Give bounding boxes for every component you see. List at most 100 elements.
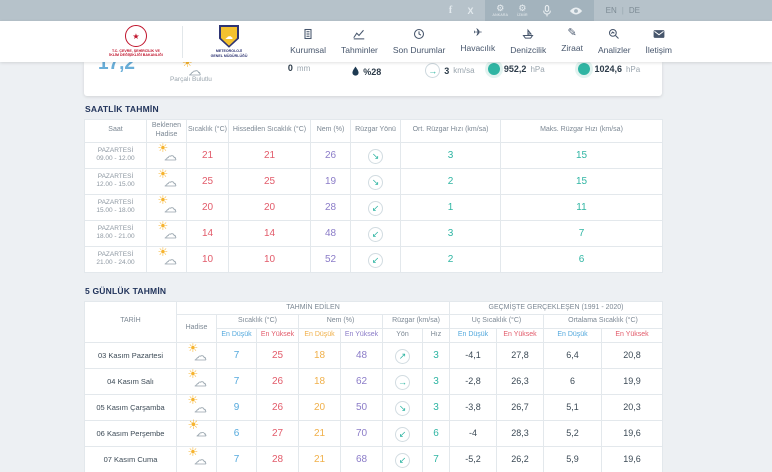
hourly-row: PAZARTESİ 18.00 - 21.00 ☀ ☁ 14 14 48 ↙ 3 7 bbox=[84, 218, 663, 247]
col-nem: Nem (%) bbox=[310, 119, 351, 143]
mgm-logo-line2: GENEL MÜDÜRLÜĞÜ bbox=[210, 53, 248, 58]
topbar-app-group: ⚙ ANKARA ⚙ İZMİR bbox=[484, 0, 594, 21]
col-en-yuksek: En Yüksek bbox=[601, 328, 663, 343]
hourly-forecast-title: SAATLİK TAHMİN bbox=[85, 104, 159, 114]
envelope-icon bbox=[653, 28, 665, 42]
current-condition: ☀ ☁ Parçalı Bulutlu bbox=[170, 62, 212, 83]
building-icon bbox=[302, 28, 314, 42]
app-label: ANKARA bbox=[492, 12, 509, 17]
wind-direction-icon: ↘ bbox=[395, 401, 410, 417]
group-uc-sicaklik: Uç Sıcaklık (°C) bbox=[449, 314, 544, 329]
hourly-forecast-table: Saat Beklenen Hadise Sıcaklık (°C) Hisse… bbox=[84, 119, 663, 273]
wind-direction-icon: ↗ bbox=[395, 349, 410, 365]
partly-cloudy-icon: ☀ ☁ bbox=[157, 244, 177, 267]
wind-direction-icon: ↙ bbox=[368, 253, 383, 268]
city-app-ankara[interactable]: ⚙ ANKARA bbox=[493, 4, 509, 17]
daily-row: 04 Kasım Salı ☀ ☁ 7 26 18 62 → 3 -2,8 26,… bbox=[84, 366, 663, 395]
col-hissedilen: Hissedilen Sıcaklık (°C) bbox=[228, 119, 311, 143]
partly-cloudy-icon: ☀ ☁ bbox=[157, 166, 177, 189]
daily-forecast-table: TARİH TAHMİN EDİLEN GEÇMİŞTE GERÇEKLEŞEN… bbox=[84, 300, 663, 472]
app-label: İZMİR bbox=[517, 12, 528, 17]
pressure-dot-icon bbox=[578, 63, 591, 75]
ministry-logo[interactable]: ★ T.C. ÇEVRE, ŞEHİRCİLİK VE İKLİM DEĞİŞİ… bbox=[100, 25, 172, 57]
line-chart-icon bbox=[353, 28, 365, 42]
group-nem: Nem (%) bbox=[298, 314, 383, 329]
partly-cloudy-icon: ☀ ☁ bbox=[181, 62, 201, 78]
current-precipitation: Yağış 0mm bbox=[287, 63, 311, 73]
col-en-yuksek: En Yüksek bbox=[496, 328, 544, 343]
clock-icon bbox=[413, 28, 425, 42]
nav-kurumsal[interactable]: Kurumsal bbox=[290, 28, 326, 55]
nav-havacilik[interactable]: ✈ Havacılık bbox=[460, 28, 495, 55]
daily-row: 05 Kasım Çarşamba ☀ ☁ 9 26 20 50 ↘ 3 -3,8… bbox=[84, 392, 663, 421]
daily-forecast-title: 5 GÜNLÜK TAHMİN bbox=[85, 285, 167, 296]
logo-divider bbox=[182, 25, 183, 58]
pencil-leaf-icon: ✎ bbox=[567, 27, 577, 39]
partly-cloudy-icon: ☀ ☁ bbox=[157, 140, 177, 163]
wind-direction-icon: ↘ bbox=[368, 149, 383, 164]
x-twitter-icon[interactable]: X bbox=[461, 0, 481, 21]
nav-iletisim[interactable]: İletişim bbox=[646, 28, 672, 55]
logo-group: ★ T.C. ÇEVRE, ŞEHİRCİLİK VE İKLİM DEĞİŞİ… bbox=[100, 24, 265, 58]
daily-row: 03 Kasım Pazartesi ☀ ☁ 7 25 18 48 ↗ 3 -4,… bbox=[84, 340, 663, 369]
nav-denizcilik[interactable]: Denizcilik bbox=[510, 28, 546, 55]
partly-cloudy-icon: ☀ ☁ bbox=[187, 340, 207, 363]
group-ruzgar: Rüzgar (km/sa) bbox=[382, 314, 450, 329]
col-yon: Yön bbox=[382, 328, 423, 343]
lang-en[interactable]: EN bbox=[606, 6, 617, 15]
wind-direction-icon: → bbox=[425, 63, 441, 78]
nav-label: İletişim bbox=[645, 45, 672, 55]
site-header: ★ T.C. ÇEVRE, ŞEHİRCİLİK VE İKLİM DEĞİŞİ… bbox=[0, 21, 772, 62]
col-sicaklik: Sıcaklık (°C) bbox=[186, 119, 229, 143]
group-ortalama-sicaklik: Ortalama Sıcaklık (°C) bbox=[543, 314, 663, 329]
col-en-dusuk: En Düşük bbox=[298, 328, 341, 343]
nav-tahminler[interactable]: Tahminler bbox=[341, 28, 378, 55]
language-switch: EN | DE bbox=[606, 6, 640, 15]
nav-son-durumlar[interactable]: Son Durumlar bbox=[393, 28, 445, 55]
daily-row: 06 Kasım Perşembe ☀ ☁ 6 27 21 70 ↙ 6 -4 2… bbox=[84, 416, 663, 447]
gear-icon: ⚙ bbox=[496, 3, 505, 13]
group-sicaklik: Sıcaklık (°C) bbox=[216, 314, 299, 329]
current-wind: Rüzgar → 3km/sa bbox=[425, 62, 475, 78]
col-en-dusuk: En Düşük bbox=[543, 328, 602, 343]
wind-direction-icon: ↙ bbox=[368, 227, 383, 242]
ministry-emblem-icon: ★ bbox=[125, 25, 147, 48]
nav-label: Denizcilik bbox=[510, 45, 547, 55]
wind-direction-icon: → bbox=[395, 374, 410, 390]
lang-de[interactable]: DE bbox=[629, 6, 640, 15]
droplet-icon bbox=[352, 63, 359, 81]
nav-ziraat[interactable]: ✎ Ziraat bbox=[561, 28, 583, 55]
ship-icon bbox=[522, 28, 534, 42]
daily-row: 07 Kasım Cuma ☀ ☁ 7 28 21 68 ↙ 7 -5,2 26,… bbox=[84, 445, 663, 472]
facebook-icon[interactable]: f bbox=[441, 0, 461, 21]
wind-direction-icon: ↘ bbox=[368, 175, 383, 190]
mgm-shield-icon: ☁ bbox=[219, 24, 239, 48]
mostly-sunny-icon: ☀ ☁ bbox=[187, 416, 207, 439]
partly-cloudy-icon: ☀ ☁ bbox=[157, 218, 177, 241]
col-beklenen-hadise: Beklenen Hadise bbox=[146, 119, 187, 143]
hourly-row: PAZARTESİ 21.00 - 24.00 ☀ ☁ 10 10 52 ↙ 2 6 bbox=[84, 244, 663, 273]
nav-analizler[interactable]: Analizler bbox=[598, 28, 631, 55]
current-pressure-sea-level: Denize İndirgenmiş Basınç 1024,6hPa bbox=[571, 62, 648, 75]
col-ruzgar-yonu: Rüzgar Yönü bbox=[350, 119, 401, 143]
partly-cloudy-icon: ☀ ☁ bbox=[187, 392, 207, 415]
pressure-dot-icon bbox=[487, 63, 500, 75]
city-app-izmir[interactable]: ⚙ İZMİR bbox=[517, 4, 528, 17]
col-en-yuksek: En Yüksek bbox=[340, 328, 383, 343]
accessibility-eye-icon[interactable] bbox=[566, 6, 586, 16]
col-saat: Saat bbox=[84, 119, 147, 143]
col-en-dusuk: En Düşük bbox=[216, 328, 257, 343]
wind-direction-icon: ↙ bbox=[395, 453, 410, 469]
mgm-logo[interactable]: ☁ METEOROLOJİ GENEL MÜDÜRLÜĞÜ bbox=[193, 24, 265, 58]
nav-label: Tahminler bbox=[341, 45, 378, 55]
nav-label: Analizler bbox=[597, 45, 631, 55]
col-en-yuksek: En Yüksek bbox=[256, 328, 299, 343]
top-bar: f X ⚙ ANKARA ⚙ İZMİR EN | DE bbox=[0, 0, 772, 21]
group-gecmiste: GEÇMİŞTE GERÇEKLEŞEN (1991 - 2020) bbox=[449, 300, 663, 316]
airplane-icon: ✈ bbox=[473, 27, 483, 39]
nav-label: Ziraat bbox=[561, 43, 583, 53]
hourly-row: PAZARTESİ 12.00 - 15.00 ☀ ☁ 25 25 19 ↘ 2 1… bbox=[84, 166, 663, 195]
microphone-icon[interactable] bbox=[537, 4, 557, 18]
col-en-dusuk: En Düşük bbox=[449, 328, 497, 343]
partly-cloudy-icon: ☀ ☁ bbox=[187, 366, 207, 389]
